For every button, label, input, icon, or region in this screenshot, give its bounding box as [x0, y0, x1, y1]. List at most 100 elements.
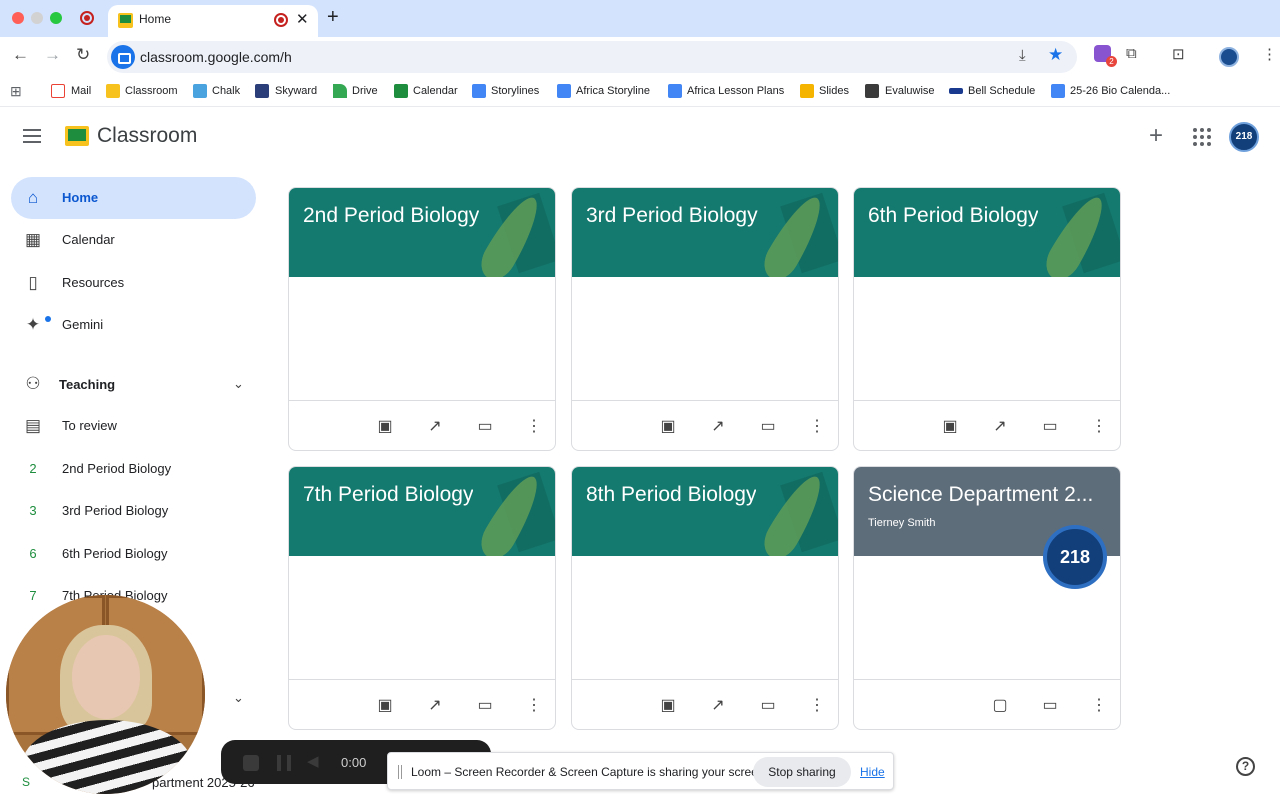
insights-trend-icon[interactable]: ↗: [425, 417, 445, 437]
gradebook-icon[interactable]: ▣: [375, 417, 395, 437]
bookmark-classroom[interactable]: Classroom: [125, 85, 178, 97]
folder-icon[interactable]: ▭: [475, 417, 495, 437]
sidebar-item-gemini[interactable]: ✦ Gemini: [11, 304, 256, 346]
new-tab-button[interactable]: +: [327, 6, 339, 29]
mail-icon: [51, 84, 65, 98]
class-card-title[interactable]: 8th Period Biology: [586, 483, 756, 507]
account-avatar[interactable]: 218: [1229, 122, 1259, 152]
app-title[interactable]: Classroom: [97, 124, 197, 148]
bookmark-star-icon[interactable]: ★: [1048, 45, 1063, 65]
create-join-class-icon[interactable]: +: [1149, 122, 1163, 150]
more-options-icon[interactable]: ⋮: [524, 696, 544, 716]
folder-icon[interactable]: ▭: [475, 696, 495, 716]
bookmark-evaluwise[interactable]: Evaluwise: [885, 85, 935, 97]
class-card-header[interactable]: 2nd Period Biology: [289, 188, 555, 277]
gradebook-icon[interactable]: ▣: [658, 417, 678, 437]
more-options-icon[interactable]: ⋮: [807, 417, 827, 437]
address-bar[interactable]: classroom.google.com/h ⤓ ★: [107, 41, 1077, 73]
gradebook-icon[interactable]: ▣: [940, 417, 960, 437]
class-card[interactable]: 7th Period Biology ▣ ↗ ▭ ⋮: [288, 466, 556, 730]
chevron-down-icon[interactable]: ⌄: [233, 690, 244, 706]
student-work-icon[interactable]: ▢: [990, 696, 1010, 716]
loom-stop-icon[interactable]: [243, 755, 259, 771]
bookmark-bell-schedule[interactable]: Bell Schedule: [968, 85, 1035, 97]
reload-icon[interactable]: ↻: [76, 45, 90, 65]
sidebar-item-class[interactable]: 2 2nd Period Biology: [11, 448, 256, 490]
bookmark-mail[interactable]: Mail: [71, 85, 91, 97]
bookmark-skyward[interactable]: Skyward: [275, 85, 317, 97]
class-card-teacher[interactable]: Tierney Smith: [868, 517, 935, 529]
teacher-avatar[interactable]: 218: [1043, 525, 1107, 589]
extensions-puzzle-icon[interactable]: ⧉: [1126, 45, 1137, 62]
webcam-bubble[interactable]: [6, 595, 205, 794]
close-tab-icon[interactable]: ✕: [296, 10, 309, 28]
class-card[interactable]: Science Department 2... Tierney Smith 21…: [853, 466, 1121, 730]
class-card-title[interactable]: 3rd Period Biology: [586, 204, 758, 228]
insights-trend-icon[interactable]: ↗: [708, 696, 728, 716]
loom-mute-icon[interactable]: ◀: [307, 752, 319, 770]
bookmark-storylines[interactable]: Storylines: [491, 85, 539, 97]
close-window-button[interactable]: [12, 12, 24, 24]
class-card-title[interactable]: 7th Period Biology: [303, 483, 473, 507]
folder-icon[interactable]: ▭: [1040, 417, 1060, 437]
drag-handle-icon[interactable]: [398, 765, 402, 779]
insights-trend-icon[interactable]: ↗: [990, 417, 1010, 437]
back-icon[interactable]: ←: [12, 45, 29, 65]
bookmark-calendar[interactable]: Calendar: [413, 85, 458, 97]
class-card-header[interactable]: 3rd Period Biology: [572, 188, 838, 277]
class-card-title[interactable]: Science Department 2...: [868, 483, 1093, 507]
class-card-header[interactable]: 6th Period Biology: [854, 188, 1120, 277]
folder-icon[interactable]: ▭: [758, 417, 778, 437]
bookmark-africa-storyline[interactable]: Africa Storyline: [576, 85, 650, 97]
more-options-icon[interactable]: ⋮: [807, 696, 827, 716]
google-apps-icon[interactable]: [1193, 128, 1211, 146]
bookmark-chalk[interactable]: Chalk: [212, 85, 240, 97]
apps-grid-icon[interactable]: ⊞: [10, 83, 22, 100]
gradebook-icon[interactable]: ▣: [375, 696, 395, 716]
browser-tab[interactable]: Home ✕: [108, 5, 318, 37]
bookmark-africa-lesson-plans[interactable]: Africa Lesson Plans: [687, 85, 784, 97]
chevron-down-icon[interactable]: ⌄: [233, 376, 244, 392]
sidebar-item-class[interactable]: 6 6th Period Biology: [11, 533, 256, 575]
more-options-icon[interactable]: ⋮: [1089, 417, 1109, 437]
minimize-window-button[interactable]: [31, 12, 43, 24]
bookmark-slides[interactable]: Slides: [819, 85, 849, 97]
main-menu-icon[interactable]: [23, 129, 41, 143]
more-options-icon[interactable]: ⋮: [1089, 696, 1109, 716]
extension-icon[interactable]: 2: [1094, 45, 1117, 67]
forward-icon[interactable]: →: [44, 45, 61, 65]
tab-search-icon[interactable]: ⊡: [1172, 45, 1185, 63]
site-info-icon[interactable]: [111, 45, 135, 69]
bookmark-drive[interactable]: Drive: [352, 85, 378, 97]
class-card-title[interactable]: 2nd Period Biology: [303, 204, 479, 228]
teaching-section-label[interactable]: Teaching: [59, 377, 115, 392]
folder-icon[interactable]: ▭: [1040, 696, 1060, 716]
gradebook-icon[interactable]: ▣: [658, 696, 678, 716]
sidebar-item-home[interactable]: ⌂ Home: [11, 177, 256, 219]
insights-trend-icon[interactable]: ↗: [708, 417, 728, 437]
help-icon[interactable]: ?: [1236, 757, 1255, 776]
class-card-header[interactable]: 7th Period Biology: [289, 467, 555, 556]
insights-trend-icon[interactable]: ↗: [425, 696, 445, 716]
class-card[interactable]: 3rd Period Biology ▣ ↗ ▭ ⋮: [571, 187, 839, 451]
hide-link[interactable]: Hide: [860, 765, 885, 779]
sidebar-item-calendar[interactable]: ▦ Calendar: [11, 219, 256, 261]
more-options-icon[interactable]: ⋮: [524, 417, 544, 437]
sidebar-item-resources[interactable]: ▯ Resources: [11, 262, 256, 304]
sidebar-item-class[interactable]: 3 3rd Period Biology: [11, 490, 256, 532]
class-card-header[interactable]: 8th Period Biology: [572, 467, 838, 556]
install-app-icon[interactable]: ⤓: [1019, 47, 1026, 64]
browser-profile-avatar[interactable]: [1219, 47, 1239, 67]
class-card-actions: ▣ ↗ ▭ ⋮: [289, 679, 555, 729]
loom-pause-icon[interactable]: [277, 755, 291, 771]
class-card[interactable]: 2nd Period Biology ▣ ↗ ▭ ⋮: [288, 187, 556, 451]
class-card[interactable]: 6th Period Biology ▣ ↗ ▭ ⋮: [853, 187, 1121, 451]
folder-icon[interactable]: ▭: [758, 696, 778, 716]
browser-menu-icon[interactable]: ⋮: [1262, 45, 1277, 63]
stop-sharing-button[interactable]: Stop sharing: [753, 757, 851, 787]
sidebar-item-to-review[interactable]: ▤ To review: [11, 405, 256, 447]
class-card[interactable]: 8th Period Biology ▣ ↗ ▭ ⋮: [571, 466, 839, 730]
maximize-window-button[interactable]: [50, 12, 62, 24]
bookmark-bio-calendar[interactable]: 25-26 Bio Calenda...: [1070, 85, 1170, 97]
class-card-title[interactable]: 6th Period Biology: [868, 204, 1038, 228]
